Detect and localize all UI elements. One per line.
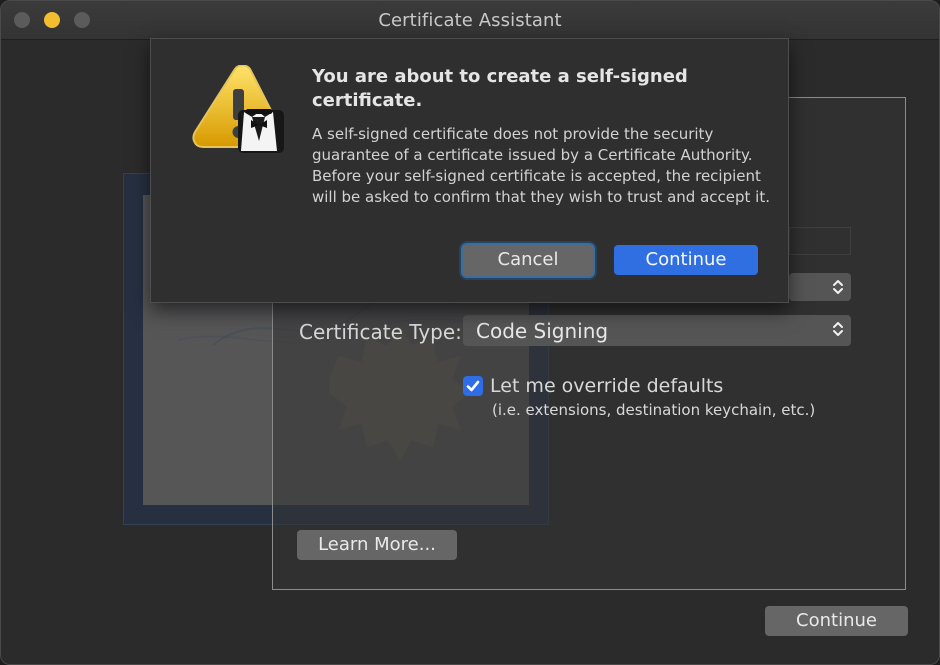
titlebar: Certificate Assistant bbox=[1, 1, 939, 40]
continue-button[interactable]: Continue bbox=[765, 606, 908, 636]
sheet-continue-button[interactable]: Continue bbox=[614, 245, 758, 275]
obscured-text-field[interactable] bbox=[789, 227, 851, 255]
certificate-type-value: Code Signing bbox=[476, 319, 609, 343]
warning-butler-icon bbox=[192, 65, 284, 153]
up-down-chevron-icon bbox=[833, 322, 843, 336]
override-defaults-label[interactable]: Let me override defaults bbox=[490, 375, 723, 397]
sheet-message: A self-signed certificate does not provi… bbox=[312, 125, 770, 206]
certificate-type-popup[interactable]: Code Signing bbox=[463, 315, 851, 346]
cancel-button[interactable]: Cancel bbox=[463, 245, 593, 276]
certificate-type-label: Certificate Type: bbox=[299, 320, 462, 344]
certificate-assistant-window: Certificate Assistant Certificate Type: … bbox=[0, 0, 940, 665]
override-defaults-help: (i.e. extensions, destination keychain, … bbox=[492, 401, 816, 419]
window-title: Certificate Assistant bbox=[378, 10, 562, 31]
self-signed-warning-sheet: You are about to create a self-signed ce… bbox=[150, 38, 789, 303]
obscured-popup-button[interactable] bbox=[789, 273, 851, 301]
override-defaults-checkbox[interactable] bbox=[463, 376, 483, 396]
sheet-title: You are about to create a self-signed ce… bbox=[312, 66, 688, 111]
up-down-chevron-icon bbox=[833, 280, 843, 294]
checkmark-icon bbox=[466, 380, 480, 392]
learn-more-button[interactable]: Learn More... bbox=[297, 530, 457, 560]
